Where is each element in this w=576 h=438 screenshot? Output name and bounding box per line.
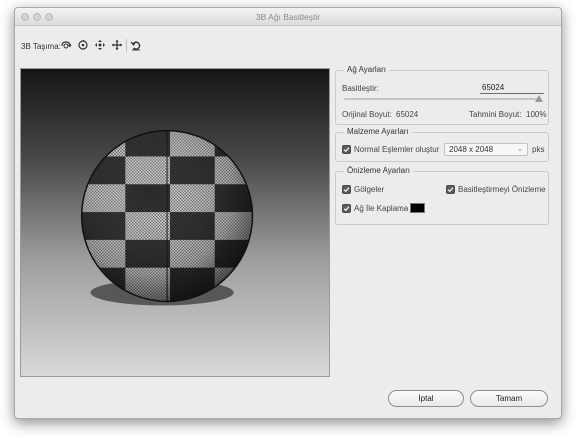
close-window-icon[interactable] (21, 13, 29, 21)
title-bar: 3B Ağı Basitleştir (15, 8, 561, 26)
simplify-input[interactable] (480, 82, 544, 94)
move-3d-icon[interactable] (110, 38, 124, 52)
window-title: 3B Ağı Basitleştir (255, 12, 321, 22)
mesh-overlay-checkbox[interactable] (342, 204, 351, 213)
pan-3d-icon[interactable] (93, 38, 107, 52)
normal-maps-label: Normal Eşlemler oluştur (354, 145, 440, 154)
mesh-overlay-label: Ağ İle Kaplama (354, 204, 409, 213)
chevron-down-icon: ⌄ (517, 146, 523, 153)
simplify-label: Basitleştir: (342, 84, 379, 93)
orbit-3d-icon[interactable] (59, 38, 73, 52)
material-settings-group: Malzeme Ayarları Normal Eşlemler oluştur… (335, 127, 549, 162)
preview-settings-group: Önizleme Ayarları Gölgeler Basitleştirme… (335, 166, 549, 225)
toolbar-3d-move: 3B Taşıma: (15, 36, 561, 56)
normal-maps-checkbox[interactable] (342, 145, 351, 154)
toolbar-label: 3B Taşıma: (21, 42, 61, 51)
cancel-button[interactable]: İptal (388, 390, 464, 407)
estimated-size-label: Tahmini Boyut: (469, 110, 522, 119)
material-settings-title: Malzeme Ayarları (344, 127, 412, 136)
preview-settings-title: Önizleme Ayarları (344, 166, 413, 175)
preview-simplify-label: Basitleştirmeyi Önizleme (458, 185, 546, 194)
reset-view-icon[interactable] (129, 38, 143, 52)
preview-simplify-checkbox[interactable] (446, 185, 455, 194)
original-size-label: Orijinal Boyut: (342, 110, 392, 119)
shadows-label: Gölgeler (354, 185, 385, 194)
ok-button[interactable]: Tamam (470, 390, 548, 407)
resolution-select[interactable]: 2048 x 2048 ⌄ (444, 143, 528, 156)
zoom-window-icon[interactable] (45, 13, 53, 21)
mesh-settings-title: Ağ Ayarları (344, 65, 389, 74)
simplify-slider-thumb[interactable] (535, 95, 543, 102)
simplify-slider-track[interactable] (344, 98, 540, 100)
shadows-checkbox[interactable] (342, 185, 351, 194)
original-size-value: 65024 (396, 110, 419, 119)
roll-3d-icon[interactable] (76, 38, 90, 52)
toolbar-separator (126, 39, 127, 52)
simplify-mesh-dialog: 3B Ağı Basitleştir 3B Taşıma: Ağ Ayarlar… (14, 7, 562, 419)
resolution-value: 2048 x 2048 (449, 145, 494, 154)
estimated-size-value: 100% (526, 110, 547, 119)
resolution-unit: pks (532, 145, 545, 154)
mesh-sphere-preview (80, 129, 254, 306)
preview-viewport[interactable] (20, 68, 330, 377)
mesh-settings-group: Ağ Ayarları Basitleştir: Orijinal Boyut:… (335, 65, 549, 125)
minimize-window-icon[interactable] (33, 13, 41, 21)
overlay-color-swatch[interactable] (410, 203, 425, 213)
